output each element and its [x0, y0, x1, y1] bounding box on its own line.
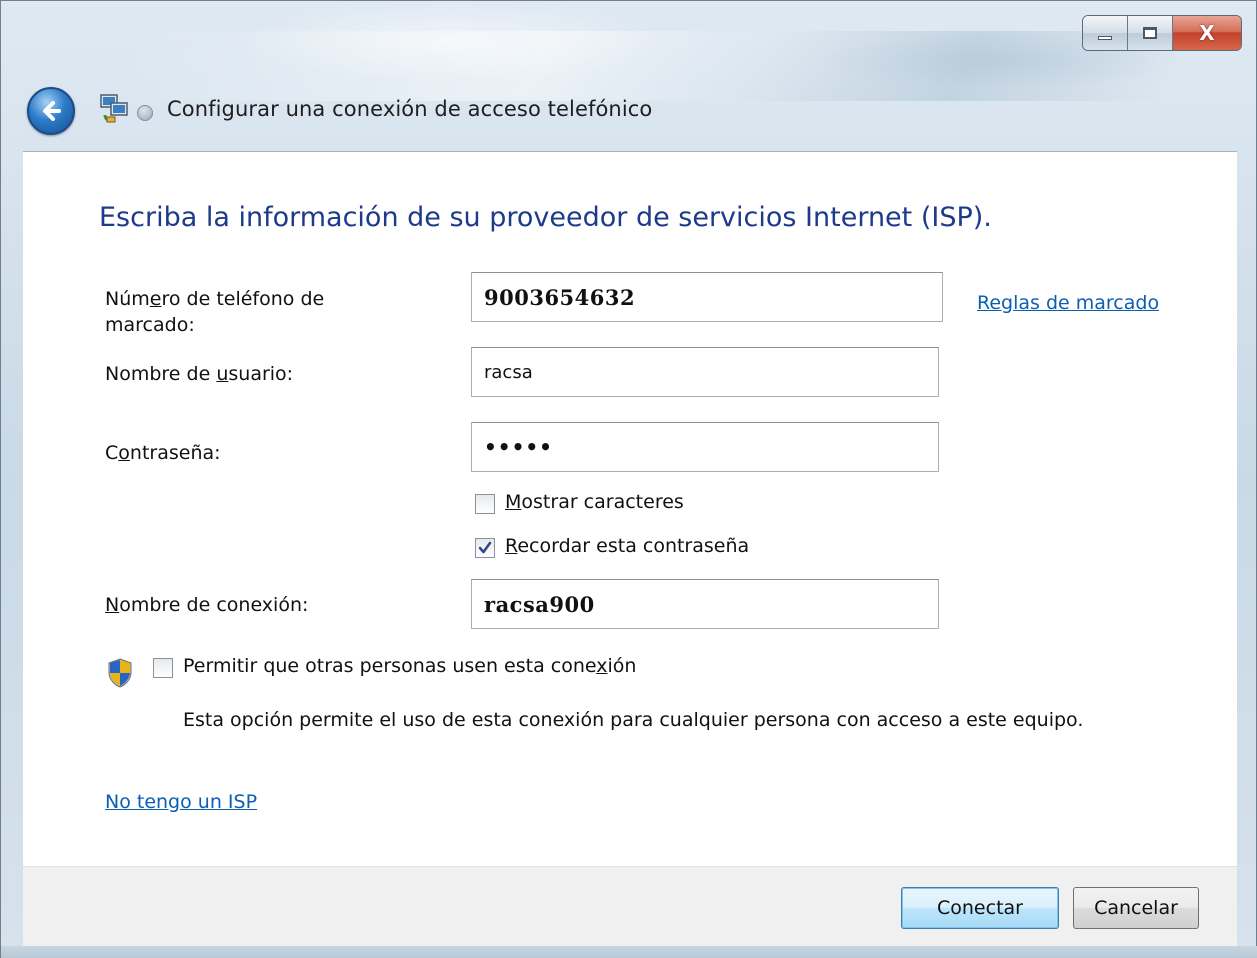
minimize-button[interactable]	[1083, 16, 1128, 50]
password-field[interactable]: •••••	[471, 422, 939, 472]
connection-name-field[interactable]: racsa900	[471, 579, 939, 629]
connection-name-label: Nombre de conexión:	[105, 594, 309, 616]
window-title: Configurar una conexión de acceso telefó…	[167, 97, 653, 121]
phone-number-label: Número de teléfono de marcado:	[105, 288, 325, 336]
connection-name-value: racsa900	[484, 591, 595, 617]
uac-shield-icon	[108, 658, 132, 688]
allow-others-description: Esta opción permite el uso de esta conex…	[183, 709, 1084, 731]
close-icon: X	[1199, 21, 1215, 45]
password-label: Contraseña:	[105, 442, 221, 464]
username-field[interactable]: racsa	[471, 347, 939, 397]
show-characters-label: Mostrar caracteres	[505, 491, 684, 513]
content-panel: Escriba la información de su proveedor d…	[23, 151, 1237, 866]
glass-decoration	[108, 31, 1184, 101]
cancel-button[interactable]: Cancelar	[1073, 887, 1199, 929]
page-heading: Escriba la información de su proveedor d…	[99, 202, 992, 233]
phone-number-field[interactable]: 9003654632	[471, 272, 943, 322]
window-frame: X Configurar una conexión de acceso tele…	[0, 0, 1257, 958]
maximize-icon	[1143, 27, 1157, 39]
no-isp-link[interactable]: No tengo un ISP	[105, 791, 257, 813]
dialing-rules-link[interactable]: Reglas de marcado	[977, 292, 1159, 314]
forward-button[interactable]	[137, 105, 153, 121]
allow-others-label: Permitir que otras personas usen esta co…	[183, 655, 637, 677]
button-bar: Conectar Cancelar	[23, 866, 1237, 946]
allow-others-checkbox[interactable]	[153, 658, 173, 678]
remember-password-label: Recordar esta contraseña	[505, 535, 750, 557]
close-button[interactable]: X	[1173, 16, 1241, 50]
back-arrow-icon	[43, 101, 61, 121]
back-button[interactable]	[27, 87, 75, 135]
show-characters-checkbox[interactable]	[475, 494, 495, 514]
caption-buttons: X	[1082, 15, 1242, 51]
maximize-button[interactable]	[1128, 16, 1173, 50]
connect-button[interactable]: Conectar	[901, 887, 1059, 929]
password-value: •••••	[484, 435, 553, 459]
minimize-icon	[1098, 36, 1112, 40]
remember-password-checkbox[interactable]	[475, 538, 495, 558]
username-label: Nombre de usuario:	[105, 363, 294, 385]
network-connection-icon	[100, 94, 128, 123]
username-value: racsa	[484, 361, 533, 383]
window-bottom-border	[1, 946, 1257, 958]
checkmark-icon	[478, 541, 492, 554]
phone-number-value: 9003654632	[484, 284, 636, 310]
